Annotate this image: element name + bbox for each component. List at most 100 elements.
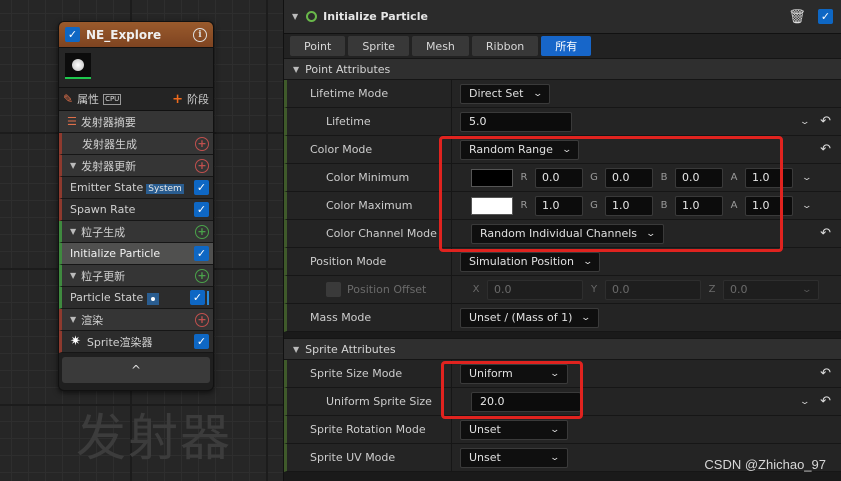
x-input[interactable]: 0.0 <box>487 279 583 300</box>
position-offset-row: Position Offset X 0.0 Y 0.0 Z 0.0 ⌄ <box>284 276 841 304</box>
override-checkbox[interactable] <box>326 282 341 297</box>
tab-mesh[interactable]: Mesh <box>411 36 469 56</box>
emitter-node[interactable]: ✓ NE_Explore i ✎ 属性 CPU + 阶段 ☰ 发射器摘要 发射器… <box>58 21 214 391</box>
collapse-triangle-icon[interactable]: ▼ <box>70 271 76 280</box>
y-input[interactable]: 0.0 <box>605 279 701 300</box>
chevron-up-icon: ^ <box>130 363 142 377</box>
lifetime-mode-dropdown[interactable]: Direct Set ⌄ <box>460 83 551 104</box>
a-input[interactable]: 1.0 <box>745 167 793 188</box>
color-swatch[interactable] <box>471 196 513 215</box>
module-spawn-rate[interactable]: Spawn Rate ✓ <box>59 199 213 221</box>
info-icon[interactable]: i <box>193 27 207 42</box>
chevron-down-icon[interactable]: ⌄ <box>799 117 810 127</box>
module-header[interactable]: ▼ Initialize Particle 🗑 ✓ <box>284 0 841 34</box>
render-section[interactable]: ▼ 渲染 + <box>59 309 213 331</box>
reset-icon[interactable]: ↶ <box>820 226 831 241</box>
sprite-rotation-mode-dropdown[interactable]: Unset ⌄ <box>460 419 568 440</box>
module-label: Emitter State <box>70 181 144 194</box>
module-enabled-checkbox[interactable]: ✓ <box>194 180 209 195</box>
add-module-plus-icon[interactable]: + <box>195 268 209 283</box>
mass-mode-dropdown[interactable]: Unset / (Mass of 1) ⌄ <box>460 307 599 328</box>
collapse-triangle-icon[interactable]: ▼ <box>70 161 76 170</box>
chevron-down-icon[interactable]: ⌄ <box>802 173 813 183</box>
renderer-enabled-checkbox[interactable]: ✓ <box>194 334 209 349</box>
node-enabled-checkbox[interactable]: ✓ <box>65 27 80 42</box>
dot-badge-icon <box>147 292 160 305</box>
add-stage-plus-icon[interactable]: + <box>172 92 183 107</box>
color-channel-mode-row: Color Channel Mode Random Individual Cha… <box>284 220 841 248</box>
add-module-plus-icon[interactable]: + <box>195 136 209 151</box>
particle-spawn-section[interactable]: ▼ 粒子生成 + <box>59 221 213 243</box>
channel-label: X <box>472 284 480 295</box>
sprite-attributes-header[interactable]: ▼ Sprite Attributes <box>284 338 841 360</box>
section-title: Sprite Attributes <box>305 342 396 356</box>
reset-icon[interactable]: ↶ <box>820 114 831 129</box>
section-label: 发射器更新 <box>81 159 137 173</box>
trash-icon[interactable]: 🗑 <box>788 9 806 25</box>
renderer-sprite[interactable]: ✷ Sprite渲染器 ✓ <box>59 331 213 353</box>
emitter-spawn-section[interactable]: 发射器生成 + <box>59 133 213 155</box>
sprite-size-mode-dropdown[interactable]: Uniform ⌄ <box>460 363 568 384</box>
dropdown-value: Direct Set <box>469 87 524 100</box>
reset-icon[interactable]: ↶ <box>820 142 831 157</box>
position-mode-dropdown[interactable]: Simulation Position ⌄ <box>460 251 601 272</box>
module-initialize-particle[interactable]: Initialize Particle ✓ <box>59 243 213 265</box>
lifetime-input[interactable]: 5.0 <box>460 111 572 132</box>
module-particle-state[interactable]: Particle State ✓ <box>59 287 213 309</box>
point-attributes-header[interactable]: ▼ Point Attributes <box>284 58 841 80</box>
reset-icon[interactable]: ↶ <box>820 366 831 381</box>
b-input[interactable]: 1.0 <box>675 195 723 216</box>
color-swatch[interactable] <box>471 168 513 187</box>
properties-row[interactable]: ✎ 属性 CPU + 阶段 <box>59 88 213 111</box>
emitter-update-section[interactable]: ▼ 发射器更新 + <box>59 155 213 177</box>
chevron-down-icon[interactable]: ⌄ <box>799 397 810 407</box>
tab-ribbon[interactable]: Ribbon <box>471 36 539 56</box>
add-module-plus-icon[interactable]: + <box>195 224 209 239</box>
collapse-triangle-icon[interactable]: ▼ <box>293 65 299 74</box>
sprite-icon: ✷ <box>70 334 81 349</box>
reset-icon[interactable]: ↶ <box>820 394 831 409</box>
node-header[interactable]: ✓ NE_Explore i <box>59 22 213 48</box>
r-input[interactable]: 1.0 <box>535 195 583 216</box>
add-renderer-plus-icon[interactable]: + <box>195 312 209 327</box>
pencil-icon: ✎ <box>63 92 74 106</box>
collapse-triangle-icon[interactable]: ▼ <box>70 315 76 324</box>
g-input[interactable]: 1.0 <box>605 195 653 216</box>
module-enabled-checkbox[interactable]: ✓ <box>190 290 205 305</box>
collapse-triangle-icon[interactable]: ▼ <box>70 227 76 236</box>
module-enabled-checkbox[interactable]: ✓ <box>818 9 833 24</box>
row-controls: ⌄ ↶ <box>799 114 831 129</box>
emitter-summary-row[interactable]: ☰ 发射器摘要 <box>59 111 213 133</box>
channel-label: R <box>520 172 528 183</box>
particle-preview-dot <box>72 59 84 71</box>
module-emitter-state[interactable]: Emitter State System ✓ <box>59 177 213 199</box>
property-label: Mass Mode <box>287 304 452 331</box>
color-mode-dropdown[interactable]: Random Range ⌄ <box>460 139 580 160</box>
collapse-node-button[interactable]: ^ <box>62 357 210 383</box>
a-input[interactable]: 1.0 <box>745 195 793 216</box>
particle-update-section[interactable]: ▼ 粒子更新 + <box>59 265 213 287</box>
add-module-plus-icon[interactable]: + <box>195 158 209 173</box>
property-label: Color Minimum <box>287 164 452 191</box>
g-input[interactable]: 0.0 <box>605 167 653 188</box>
collapse-triangle-icon[interactable]: ▼ <box>292 12 298 21</box>
properties-label: 属性 <box>77 93 100 106</box>
module-enabled-checkbox[interactable]: ✓ <box>194 246 209 261</box>
r-input[interactable]: 0.0 <box>535 167 583 188</box>
chevron-down-icon[interactable]: ⌄ <box>802 201 813 211</box>
uniform-sprite-size-input[interactable]: 20.0 <box>471 391 581 412</box>
dropdown-value: Random Individual Channels <box>480 227 637 240</box>
tab-point[interactable]: Point <box>290 36 346 56</box>
chevron-down-icon: ⌄ <box>580 312 592 323</box>
tab-all[interactable]: 所有 <box>541 36 592 56</box>
tab-sprite[interactable]: Sprite <box>348 36 409 56</box>
filter-tabs: Point Sprite Mesh Ribbon 所有 <box>284 34 841 58</box>
node-graph-canvas[interactable]: 发射器 ✓ NE_Explore i ✎ 属性 CPU + 阶段 ☰ 发射器摘要… <box>0 0 278 481</box>
module-enabled-checkbox[interactable]: ✓ <box>194 202 209 217</box>
b-input[interactable]: 0.0 <box>675 167 723 188</box>
sprite-uv-mode-dropdown[interactable]: Unset ⌄ <box>460 447 568 468</box>
collapse-triangle-icon[interactable]: ▼ <box>293 345 299 354</box>
stage-label[interactable]: 阶段 <box>187 91 209 107</box>
position-mode-row: Position Mode Simulation Position ⌄ <box>284 248 841 276</box>
color-channel-mode-dropdown[interactable]: Random Individual Channels ⌄ <box>471 223 664 244</box>
